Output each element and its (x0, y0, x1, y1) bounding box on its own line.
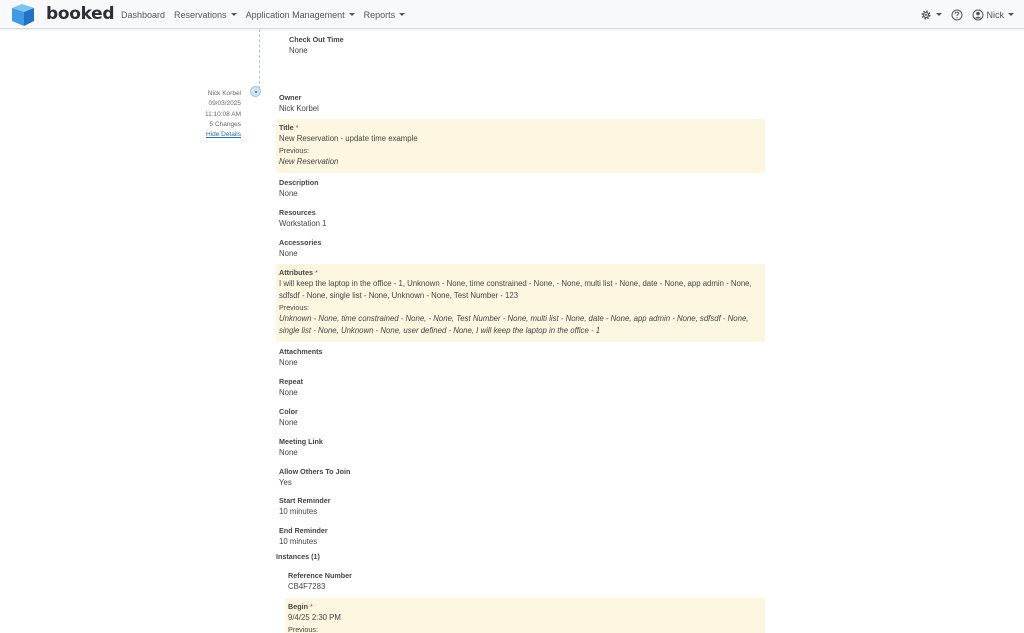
field-label: Repeat (279, 377, 303, 386)
timeline-line (259, 29, 260, 89)
field-check-out-time: Check Out Time None (286, 34, 486, 57)
field-begin: Begin * 9/4/25 2:30 PM Previous: (285, 598, 765, 633)
help-icon (951, 9, 962, 20)
field-value: None (289, 46, 308, 55)
field-meeting-link: Meeting Link None (276, 436, 765, 459)
entry-changes: 5 Changes (209, 120, 241, 128)
caret-down-icon (230, 13, 237, 16)
brand[interactable]: booked (9, 1, 115, 27)
caret-down-icon (935, 13, 942, 16)
brand-name: booked (46, 4, 115, 24)
settings-menu[interactable] (920, 9, 942, 21)
field-repeat: Repeat None (276, 376, 765, 399)
nav-reservations-label: Reservations (174, 9, 227, 20)
field-label: Title (279, 123, 294, 132)
nav-reservations[interactable]: Reservations (174, 10, 237, 20)
field-label: Owner (279, 93, 302, 102)
nav-application-management-label: Application Management (245, 9, 345, 20)
field-owner: Owner Nick Korbel (276, 92, 765, 115)
field-label: Accessories (279, 238, 322, 247)
changed-marker: * (314, 268, 318, 277)
user-circle-icon (972, 9, 983, 20)
field-label: Start Reminder (279, 496, 331, 505)
field-label: Color (279, 407, 298, 416)
field-value: 10 minutes (279, 507, 318, 516)
previous-value: Unknown - None, time constrained - None,… (279, 314, 749, 335)
field-value: None (279, 418, 298, 427)
caret-down-icon (1008, 13, 1014, 16)
field-reference-number: Reference Number CB4F7283 (285, 570, 765, 593)
field-label: Attachments (279, 347, 323, 356)
changed-marker: * (295, 123, 299, 132)
field-label: Begin (288, 602, 308, 611)
field-value: Yes (279, 478, 292, 487)
field-title: Title * New Reservation - update time ex… (276, 119, 765, 173)
nav-application-management[interactable]: Application Management (246, 10, 355, 20)
nav-reports-label: Reports (363, 9, 396, 20)
field-value: None (279, 448, 298, 457)
hide-details-link[interactable]: Hide Details (170, 130, 241, 140)
field-end-reminder: End Reminder 10 minutes (276, 525, 765, 548)
field-value: None (279, 388, 298, 397)
top-navbar: booked Dashboard Reservations Applicatio… (0, 0, 1024, 29)
gear-icon (921, 10, 930, 19)
field-value: 9/4/25 2:30 PM (288, 613, 341, 622)
field-value: New Reservation - update time example (279, 134, 418, 143)
field-label: Resources (279, 208, 316, 217)
entry-date: 09/03/2025 (208, 100, 241, 108)
field-description: Description None (276, 177, 765, 200)
booked-logo-icon (9, 1, 35, 27)
field-value: 10 minutes (279, 537, 318, 546)
field-label: Attributes (279, 268, 313, 277)
instances-title: Instances (1) (276, 552, 320, 561)
caret-down-icon (399, 13, 406, 16)
entry-author: Nick Korbel (207, 90, 241, 97)
field-value: None (279, 249, 298, 258)
field-value: CB4F7283 (288, 582, 326, 591)
history-entry-meta: Nick Korbel 09/03/2025 11:10:08 AM 5 Cha… (170, 89, 241, 140)
user-menu[interactable]: Nick (972, 9, 1014, 21)
field-color: Color None (276, 406, 765, 429)
field-value: None (279, 189, 298, 198)
nav-reports[interactable]: Reports (364, 10, 406, 20)
nav-dashboard[interactable]: Dashboard (121, 10, 165, 20)
previous-label: Previous: (279, 303, 309, 312)
previous-value: New Reservation (279, 157, 339, 166)
field-accessories: Accessories None (276, 237, 765, 260)
field-attributes: Attributes * I will keep the laptop in t… (276, 264, 765, 342)
nav-dashboard-label: Dashboard (121, 9, 166, 20)
field-label: Allow Others To Join (279, 467, 351, 476)
caret-down-icon (348, 13, 355, 16)
previous-label: Previous: (288, 625, 318, 633)
field-value: I will keep the laptop in the office - 1… (279, 279, 752, 300)
help-button[interactable] (951, 9, 963, 21)
field-value: None (279, 358, 298, 367)
field-start-reminder: Start Reminder 10 minutes (276, 495, 765, 518)
field-value: Nick Korbel (279, 104, 319, 113)
field-resources: Resources Workstation 1 (276, 207, 765, 230)
timeline-dot (250, 86, 261, 97)
user-name: Nick (986, 9, 1005, 20)
previous-label: Previous: (279, 146, 309, 155)
field-label: Description (279, 178, 319, 187)
entry-time: 11:10:08 AM (204, 110, 241, 118)
field-label: Meeting Link (279, 437, 323, 446)
field-allow-others: Allow Others To Join Yes (276, 466, 765, 489)
field-attachments: Attachments None (276, 346, 765, 369)
field-label: Check Out Time (289, 35, 344, 44)
field-label: End Reminder (279, 526, 328, 535)
field-value: Workstation 1 (279, 219, 327, 228)
field-label: Reference Number (288, 571, 352, 580)
changed-marker: * (309, 602, 313, 611)
